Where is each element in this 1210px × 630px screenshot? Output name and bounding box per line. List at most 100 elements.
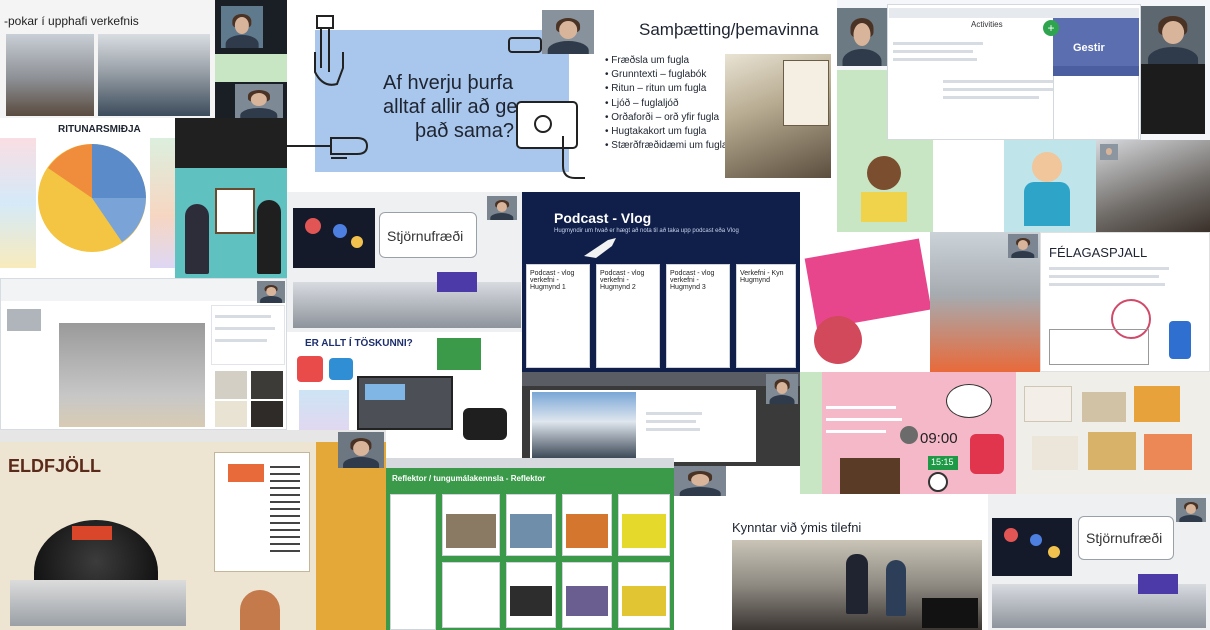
tile-video-screen	[522, 372, 800, 466]
classroom-photo-left	[6, 34, 94, 116]
tech-item	[329, 358, 353, 380]
tile-webcam-stack-left	[215, 0, 287, 118]
tile-crafts-photo	[1016, 372, 1210, 494]
podcast-card-title: Verkefni - Kyn Hugmynd	[740, 270, 784, 284]
webcam-participant	[338, 432, 384, 468]
webcam-participant	[1176, 498, 1206, 522]
text-line	[1049, 283, 1165, 286]
pencils-decoration	[0, 138, 36, 268]
list-item: • Ljóð – fuglaljóð	[605, 97, 679, 109]
podcast-subtitle: Hugmyndir um hvað er hægt að nota til að…	[554, 228, 739, 234]
notes-grid	[1049, 329, 1149, 365]
tile-cartoon-scientist	[1004, 140, 1096, 232]
search-result-line[interactable]	[215, 339, 267, 342]
planet	[333, 224, 347, 238]
phone-drawing	[1169, 321, 1191, 359]
padlet-image	[446, 514, 496, 548]
padlet-image	[510, 586, 552, 616]
brain-model	[814, 316, 862, 364]
planet	[1030, 534, 1042, 546]
tile-ritunarsmidja: RITUNARSMIÐJA	[0, 118, 175, 278]
tile-sambaetting-slide: Samþætting/þemavinna • Fræðsla um fugla …	[597, 0, 837, 192]
tile-timer-slide: 09:00 15:15	[800, 372, 1016, 494]
webcam-participant	[542, 10, 594, 54]
stationery-decoration	[150, 138, 175, 268]
hand-watch-icon	[314, 15, 344, 86]
planet	[1004, 528, 1018, 542]
tile-table-photo	[930, 232, 1040, 372]
padlet-title: Reflektor / tungumálakennsla - Reflektor	[392, 474, 546, 483]
exhibit-table	[293, 282, 521, 328]
tile-cartoon-reader	[837, 140, 933, 232]
planet	[351, 236, 363, 248]
cartoon-woman-right	[257, 200, 281, 274]
tile-stjornufraedi-1: Stjörnufræði	[287, 192, 522, 332]
toskunni-title: ER ALLT Í TÖSKUNNI?	[305, 338, 413, 349]
tile-podcast-vlog: Podcast - Vlog Hugmyndir um hvað er hægt…	[522, 192, 800, 372]
tile-eldfjoll: ELDFJÖLL	[0, 430, 386, 630]
tile-kynntar: Kynntar við ýmis tilefni	[726, 494, 988, 630]
timer-time: 09:00	[920, 430, 958, 447]
stjornufraedi-label: Stjörnufræði	[1086, 530, 1163, 546]
list-item: • Hugtakakort um fugla	[605, 126, 707, 138]
slide-canvas	[59, 323, 205, 427]
violet-panel	[437, 272, 477, 292]
craft-item	[1082, 392, 1126, 422]
ritun-pie-chart	[38, 144, 146, 252]
space-board	[992, 518, 1072, 576]
pokar-caption: -pokar í upphafi verkefnis	[4, 14, 139, 28]
text-line	[943, 80, 1053, 83]
tile-slides-editor	[0, 278, 287, 430]
list-item: • Grunntexti – fuglabók	[605, 69, 707, 81]
padlet-image	[622, 586, 666, 616]
sambaetting-list: • Fræðsla um fugla • Grunntexti – fuglab…	[605, 54, 735, 153]
ritun-title: RITUNARSMIÐJA	[58, 124, 141, 135]
dark-panel	[175, 118, 287, 168]
tablet-hand-icon	[516, 101, 585, 179]
timer-small-time: 15:15	[931, 457, 954, 467]
padlet-image	[566, 586, 608, 616]
cartoon-woman-left	[185, 204, 209, 274]
craft-item	[1024, 386, 1072, 422]
round-icon	[900, 426, 918, 444]
clay-volcano	[240, 590, 280, 630]
teacher-desk	[840, 458, 900, 494]
search-result-line[interactable]	[215, 327, 275, 330]
poster-text	[270, 466, 300, 556]
add-button[interactable]: +	[1043, 20, 1059, 36]
tile-cartoon-presenters	[175, 168, 287, 278]
activities-label: Activities	[971, 20, 1003, 29]
slide-line-1: Af hverju þurfa	[383, 72, 514, 94]
gestir-label: Gestir	[1073, 42, 1105, 54]
webcam-participant	[487, 196, 517, 220]
dog-photo	[215, 371, 247, 399]
search-result-line[interactable]	[215, 315, 271, 318]
padlet-card[interactable]	[442, 562, 500, 628]
red-chair	[970, 434, 1004, 474]
podcast-card-title: Podcast - vlog verkefni - Hugmynd 1	[530, 270, 575, 291]
text-line	[1049, 267, 1169, 270]
tile-padlet-board: Reflektor / tungumálakennsla - Reflektor	[386, 458, 674, 630]
list-item: • Ritun – ritun um fugla	[605, 83, 707, 95]
mountain-photo	[532, 392, 636, 458]
text-line	[646, 420, 696, 423]
kynntar-caption: Kynntar við ýmis tilefni	[732, 520, 862, 535]
cartoon-boy	[867, 156, 901, 190]
padlet-card[interactable]	[390, 494, 436, 630]
felagaspjall-title: FÉLAGASPJALL	[1049, 245, 1148, 260]
slide-line-3: það sama?	[415, 120, 514, 142]
padlet-image	[622, 514, 666, 548]
bag	[922, 598, 978, 628]
webcam-participant	[674, 466, 726, 496]
tech-item	[437, 338, 481, 370]
dog-photo	[251, 401, 283, 427]
classroom-photo-right	[98, 34, 210, 116]
text-line	[893, 42, 983, 45]
tile-gestir-screen: Activities Gestir +	[837, 0, 1210, 140]
webcam-participant	[235, 84, 283, 118]
craft-item	[1032, 436, 1078, 470]
person	[886, 560, 906, 616]
slide-thumb	[7, 309, 41, 331]
craft-item	[1134, 386, 1180, 422]
tile-pokar-photo: -pokar í upphafi verkefnis	[0, 0, 215, 118]
